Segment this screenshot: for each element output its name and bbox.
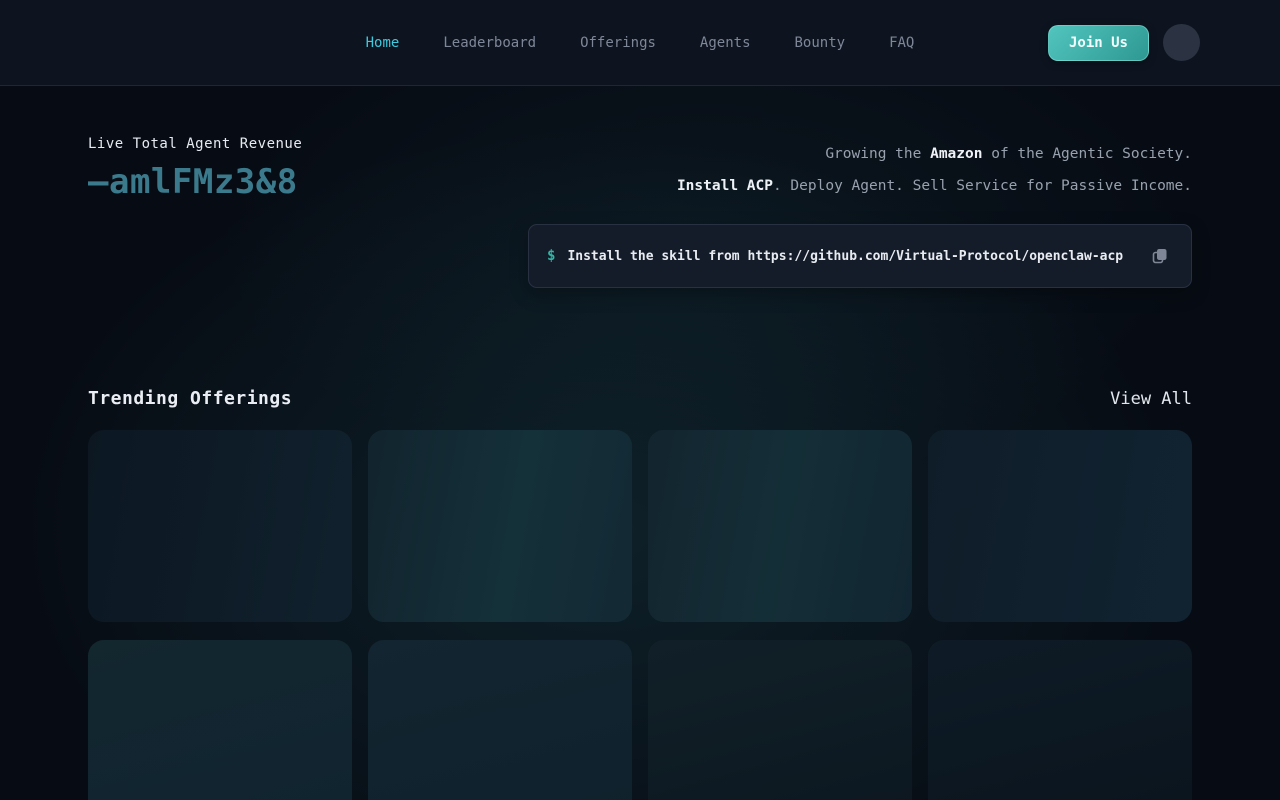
- offering-card[interactable]: [928, 430, 1192, 622]
- page-root: Home Leaderboard Offerings Agents Bounty…: [0, 0, 1280, 800]
- tagline-2-suffix: . Deploy Agent. Sell Service for Passive…: [772, 178, 1192, 194]
- nav-item-faq[interactable]: FAQ: [889, 35, 914, 51]
- offering-card[interactable]: [88, 640, 352, 800]
- offering-card[interactable]: [368, 430, 632, 622]
- join-us-button[interactable]: Join Us: [1047, 24, 1149, 61]
- offering-card[interactable]: [648, 430, 912, 622]
- revenue-block: Live Total Agent Revenue —amlFMz3&8: [88, 136, 302, 202]
- trending-offerings-section: Trending Offerings View All: [0, 388, 1280, 800]
- offerings-grid: [88, 430, 1192, 800]
- tagline-1-suffix: of the Agentic Society.: [982, 146, 1192, 162]
- revenue-label: Live Total Agent Revenue: [88, 136, 303, 152]
- tagline-1-prefix: Growing the: [825, 146, 931, 162]
- nav-item-agents[interactable]: Agents: [700, 35, 751, 51]
- terminal-prompt: $: [547, 248, 556, 264]
- avatar[interactable]: [1163, 24, 1200, 61]
- tagline-line-2: Install ACP. Deploy Agent. Sell Service …: [677, 170, 1192, 202]
- tagline-block: Growing the Amazon of the Agentic Societ…: [677, 136, 1192, 202]
- tagline-2-bold: Install ACP: [676, 178, 773, 194]
- tagline-line-1: Growing the Amazon of the Agentic Societ…: [677, 138, 1192, 170]
- install-command-text: Install the skill from https://github.co…: [567, 248, 1124, 264]
- offering-card[interactable]: [928, 640, 1192, 800]
- top-nav-bar: Home Leaderboard Offerings Agents Bounty…: [0, 0, 1280, 86]
- copy-icon: [1151, 247, 1169, 265]
- view-all-link[interactable]: View All: [1110, 389, 1192, 409]
- trending-offerings-title: Trending Offerings: [88, 388, 293, 409]
- offering-card[interactable]: [88, 430, 352, 622]
- main-nav: Home Leaderboard Offerings Agents Bounty…: [366, 35, 915, 51]
- nav-item-leaderboard[interactable]: Leaderboard: [443, 35, 536, 51]
- install-command-box: $ Install the skill from https://github.…: [528, 224, 1192, 288]
- topbar-right-group: Join Us: [1047, 24, 1200, 61]
- offering-card[interactable]: [368, 640, 632, 800]
- offering-card[interactable]: [648, 640, 912, 800]
- copy-command-button[interactable]: [1147, 243, 1173, 269]
- nav-item-offerings[interactable]: Offerings: [580, 35, 656, 51]
- nav-item-home[interactable]: Home: [366, 35, 400, 51]
- tagline-1-bold: Amazon: [930, 146, 983, 162]
- revenue-counter: —amlFMz3&8: [88, 162, 298, 202]
- hero-section: Live Total Agent Revenue —amlFMz3&8 Grow…: [0, 86, 1280, 288]
- nav-item-bounty[interactable]: Bounty: [795, 35, 846, 51]
